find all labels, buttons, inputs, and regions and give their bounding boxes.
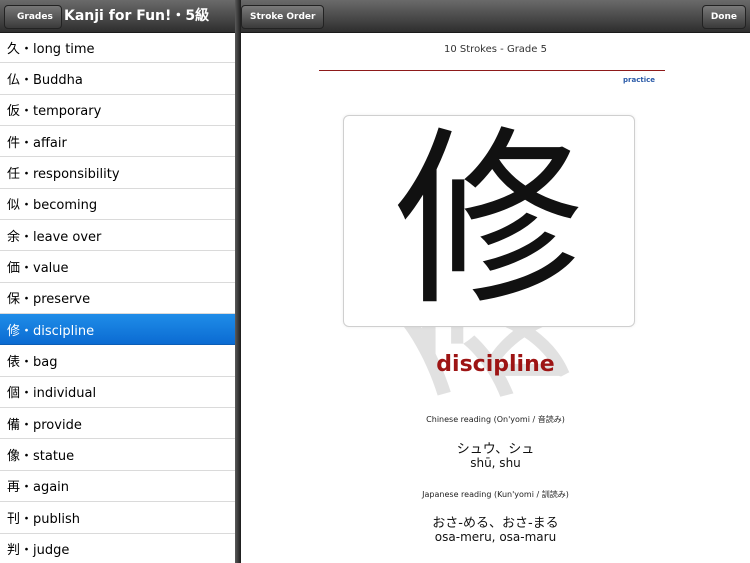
kanji-list-item[interactable]: 保・preserve [0,283,235,315]
stroke-count-text: 10 Strokes - Grade 5 [444,44,547,55]
kanji-list-item[interactable]: 刊・publish [0,502,235,534]
kanji-list-item-label: 刊・publish [7,511,80,527]
kanji-meaning: discipline [436,352,555,377]
kanji-list-item[interactable]: 仮・temporary [0,95,235,127]
kanji-glyph: 修 [393,115,584,327]
kanji-list-item-label: 仏・Buddha [7,73,83,89]
kanji-list-item[interactable]: 価・value [0,251,235,283]
onyomi-label: Chinese reading (On'yomi / 音読み) [426,415,565,424]
onyomi-kana: シュウ、シュ [456,442,535,457]
kanji-list-item-label: 保・preserve [7,292,91,308]
kanji-list-item[interactable]: 余・leave over [0,220,235,252]
kanji-list-item-label: 俵・bag [7,355,58,371]
kanji-list-item-label: 判・judge [7,543,70,559]
kanji-list-item-label: 余・leave over [7,229,102,245]
onyomi-romaji: shū, shu [470,456,521,470]
detail-toolbar: Stroke Order Done [241,0,750,33]
kanji-list-item-label: 備・provide [7,417,82,433]
kanji-list-panel: Grades Kanji for Fun!・5級 久・long time 仏・Bu… [0,0,235,563]
kanji-list-item[interactable]: 似・becoming [0,189,235,221]
stroke-order-button[interactable]: Stroke Order [241,5,325,29]
practice-link[interactable]: practice [623,76,655,84]
kanji-list-item[interactable]: 任・responsibility [0,157,235,189]
kunyomi-label: Japanese reading (Kun'yomi / 訓読み) [422,490,569,499]
kanji-list-item-label: 再・again [7,480,70,496]
kanji-card[interactable]: 修 [343,115,635,327]
kanji-list-item-label: 件・affair [7,135,67,151]
kanji-list-item-label: 似・becoming [7,198,98,214]
list-title: Kanji for Fun!・5級 [64,8,210,24]
kanji-list-item[interactable]: 修・discipline [0,314,235,346]
kanji-list-item-label: 修・discipline [7,323,95,339]
kanji-detail-panel: Stroke Order Done 10 Strokes - Grade 5 p… [241,0,750,563]
kanji-list-item-label: 価・value [7,261,69,277]
left-navigation-bar: Grades Kanji for Fun!・5級 [0,0,235,33]
kunyomi-kana: おさ-める、おさ-まる [432,516,559,531]
kanji-list-item[interactable]: 個・individual [0,377,235,409]
kanji-list: 久・long time 仏・Buddha 仮・temporary 件・affair 任・… [0,32,235,563]
kanji-list-item[interactable]: 像・statue [0,439,235,471]
kanji-list-item[interactable]: 俵・bag [0,345,235,377]
header-rule [319,70,665,71]
kanji-list-item-label: 任・responsibility [7,167,120,183]
kanji-list-item-label: 像・statue [7,449,75,465]
kanji-list-item[interactable]: 再・again [0,471,235,503]
kanji-list-item[interactable]: 備・provide [0,408,235,440]
kanji-list-item-label: 個・individual [7,386,97,402]
done-button[interactable]: Done [701,5,746,29]
grades-back-button[interactable]: Grades [4,5,62,29]
kanji-list-item-label: 仮・temporary [7,104,102,120]
kanji-list-item[interactable]: 仏・Buddha [0,63,235,95]
kanji-list-item[interactable]: 件・affair [0,126,235,158]
kanji-list-item[interactable]: 判・judge [0,534,235,563]
kanji-list-item-label: 久・long time [7,41,95,57]
kunyomi-romaji: osa-meru, osa-maru [434,530,557,544]
kanji-list-item[interactable]: 久・long time [0,32,235,64]
